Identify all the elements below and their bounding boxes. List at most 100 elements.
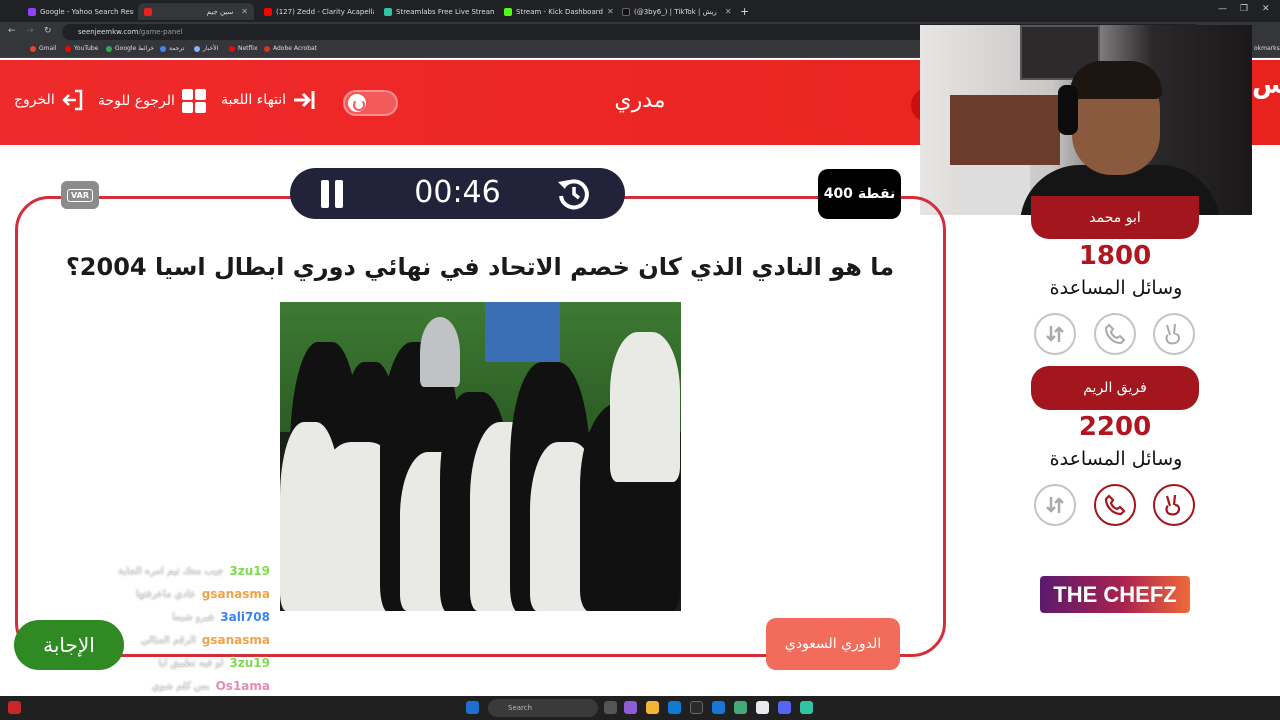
search-label: Search: [508, 704, 533, 712]
grid-icon: [181, 89, 206, 113]
tab-kick[interactable]: Stream - Kick Dashboard ✕: [498, 3, 614, 20]
bookmark-label: ترجمة: [169, 45, 185, 52]
bookmark-label: Adobe Acrobat: [273, 45, 318, 52]
tab-tiktok[interactable]: (@3by6_) | TikTok | ريش ✕: [616, 3, 732, 20]
chat-message: هيرو شيما 3ali708: [60, 606, 270, 628]
chrome-icon[interactable]: [756, 701, 769, 714]
browser-tab-bar: Google - Yahoo Search Results ✕ سين جيم …: [0, 0, 1280, 22]
swap-question-aid[interactable]: [1034, 484, 1076, 526]
game-title: مدري: [614, 88, 666, 113]
swap-icon: [1046, 497, 1064, 513]
question-image: [280, 302, 681, 611]
tab-title: (@3by6_) | TikTok | ريش: [634, 7, 717, 16]
team-2-name: فريق الريم: [1031, 366, 1199, 410]
close-icon[interactable]: ✕: [607, 7, 614, 16]
back-icon[interactable]: ←: [8, 26, 16, 36]
restore-icon[interactable]: ❐: [1240, 4, 1248, 14]
chat-username: 3zu19: [229, 656, 270, 670]
team-1-aids-label: وسائل المساعدة: [1049, 277, 1183, 299]
end-game-label: انتهاء اللعبة: [221, 92, 287, 108]
task-view-icon[interactable]: [604, 701, 617, 714]
chat-message: جيب معك ثيم امره الجاية 3zu19: [60, 560, 270, 582]
swap-icon: [1046, 326, 1064, 342]
exit-label: الخروج: [14, 92, 55, 108]
all-bookmarks[interactable]: okmarks: [1254, 45, 1280, 52]
store-icon[interactable]: [690, 701, 703, 714]
back-to-board-button[interactable]: الرجوع للوحة: [98, 88, 207, 114]
double-answer-aid[interactable]: [1153, 484, 1195, 526]
close-window-icon[interactable]: ✕: [1262, 4, 1270, 14]
bookmark-maps[interactable]: Google خرائط: [106, 45, 154, 52]
category-badge: الدوري السعودي: [766, 618, 900, 670]
swap-question-aid[interactable]: [1034, 313, 1076, 355]
webcam-person-hair: [1070, 61, 1162, 99]
power-icon: [348, 94, 366, 112]
team-2-aids-label: وسائل المساعدة: [1049, 448, 1183, 470]
maps-icon: [106, 45, 112, 52]
chat-text: لو فيه تطبيق ايا: [158, 657, 224, 669]
webcam-headset: [1058, 85, 1078, 135]
bookmark-translate[interactable]: ترجمة: [160, 45, 184, 52]
chat-username: 3ali708: [220, 610, 270, 624]
chat-username: gsanasma: [201, 587, 270, 601]
bookmark-news[interactable]: الأخبار: [194, 45, 218, 52]
call-friend-aid[interactable]: [1094, 313, 1136, 355]
app-icon[interactable]: [734, 701, 747, 714]
close-icon[interactable]: ✕: [241, 7, 248, 16]
victory-hand-icon: [1165, 494, 1181, 516]
windows-taskbar: Search: [0, 696, 1280, 720]
reload-icon[interactable]: ↻: [44, 26, 52, 36]
mail-icon[interactable]: [712, 701, 725, 714]
file-explorer-icon[interactable]: [646, 701, 659, 714]
webcam-shelf: [950, 95, 1060, 165]
chat-message: الرقم المثالي gsanasma: [60, 629, 270, 651]
chat-message: بس كلم شوي Os1ama: [60, 675, 270, 697]
news-icon: [194, 45, 200, 52]
phone-icon: [1104, 494, 1126, 516]
call-friend-aid[interactable]: [1094, 484, 1136, 526]
minimize-icon[interactable]: —: [1218, 4, 1227, 14]
acrobat-icon: [264, 45, 270, 52]
streamlabs-icon[interactable]: [800, 701, 813, 714]
chat-username: Os1ama: [215, 679, 270, 693]
url-host: seenjeemkw.com: [78, 28, 139, 36]
chat-message: عادي ماعرفتها gsanasma: [60, 583, 270, 605]
tab-streamlabs[interactable]: Streamlabs Free Live Streaming ✕: [378, 3, 494, 20]
webcam-overlay: [920, 25, 1252, 215]
tab-yahoo[interactable]: Google - Yahoo Search Results ✕: [22, 3, 134, 20]
var-button[interactable]: VAR: [61, 181, 99, 209]
tab-seenjeem[interactable]: سين جيم ✕: [138, 3, 254, 20]
close-icon[interactable]: ✕: [725, 7, 732, 16]
bookmark-acrobat[interactable]: Adobe Acrobat: [264, 45, 317, 52]
notification-icon[interactable]: [8, 701, 21, 714]
youtube-icon: [65, 45, 71, 52]
forward-icon[interactable]: →: [26, 26, 34, 36]
team-1-score: 1800: [1078, 241, 1152, 271]
tiktok-icon: [622, 7, 630, 16]
victory-hand-icon: [1165, 323, 1180, 345]
bookmark-youtube[interactable]: YouTube: [65, 45, 98, 52]
taskbar-search[interactable]: Search: [488, 699, 598, 717]
tab-youtube[interactable]: (127) Zedd - Clarity Acapella C ✕: [258, 3, 374, 20]
bookmark-netflix[interactable]: Netflix: [229, 45, 258, 52]
bookmark-label: Google خرائط: [115, 45, 155, 52]
gmail-icon: [30, 45, 36, 52]
bookmark-label: الأخبار: [203, 45, 219, 52]
copilot-icon[interactable]: [624, 701, 637, 714]
discord-icon[interactable]: [778, 701, 791, 714]
exit-button[interactable]: الخروج: [14, 88, 85, 112]
double-answer-aid[interactable]: [1153, 313, 1195, 355]
translate-icon: [160, 45, 166, 52]
url-path: /game-panel: [138, 28, 183, 36]
start-icon[interactable]: [466, 701, 479, 714]
new-tab-button[interactable]: +: [734, 3, 750, 20]
edge-icon[interactable]: [668, 701, 681, 714]
reset-timer-icon[interactable]: [556, 176, 592, 212]
chat-text: بس كلم شوي: [151, 680, 210, 692]
bookmark-gmail[interactable]: Gmail: [30, 45, 57, 52]
tab-title: سين جيم: [206, 7, 234, 16]
end-game-button[interactable]: انتهاء اللعبة: [221, 88, 316, 112]
trophy-image: [420, 317, 460, 387]
sound-toggle[interactable]: [343, 90, 398, 116]
photo-figure: [610, 332, 680, 482]
